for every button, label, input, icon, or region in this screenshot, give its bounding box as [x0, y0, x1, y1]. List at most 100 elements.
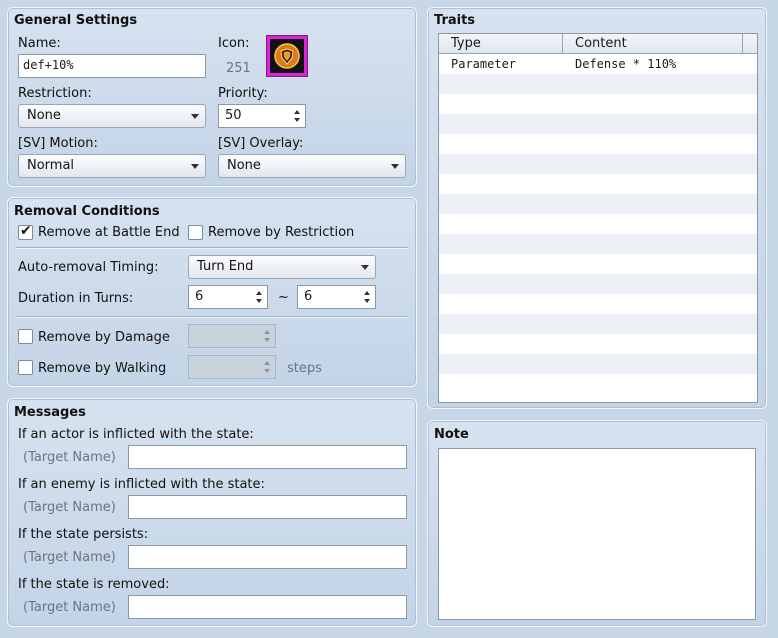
- note-panel: Note: [427, 420, 767, 627]
- stepper-down-icon[interactable]: [364, 299, 370, 303]
- steps-label: steps: [287, 361, 322, 376]
- trait-content: Defense * 110%: [575, 57, 677, 71]
- state-icon-button[interactable]: [266, 35, 308, 77]
- table-row[interactable]: [439, 74, 757, 94]
- timing-select[interactable]: Turn End: [188, 255, 376, 279]
- overlay-select[interactable]: None: [218, 154, 406, 178]
- remove-by-restriction-label[interactable]: Remove by Restriction: [208, 225, 354, 240]
- table-row[interactable]: [439, 214, 757, 234]
- duration-min-stepper[interactable]: 6: [188, 285, 268, 309]
- chevron-down-icon: [361, 265, 369, 270]
- general-settings-title: General Settings: [14, 13, 138, 28]
- priority-stepper[interactable]: 50: [218, 104, 306, 128]
- duration-min-value: 6: [195, 289, 204, 304]
- traits-rows: Parameter Defense * 110%: [439, 54, 757, 402]
- table-row[interactable]: [439, 354, 757, 374]
- stepper-down-icon[interactable]: [256, 299, 262, 303]
- table-row[interactable]: [439, 314, 757, 334]
- chevron-down-icon: [191, 164, 199, 169]
- stepper-up-icon[interactable]: [294, 110, 300, 114]
- remove-by-restriction-checkbox[interactable]: [188, 225, 203, 240]
- restriction-select[interactable]: None: [18, 104, 206, 128]
- restriction-label: Restriction:: [18, 86, 92, 101]
- table-row[interactable]: [439, 274, 757, 294]
- name-input[interactable]: def+10%: [18, 54, 206, 78]
- walking-stepper[interactable]: [188, 355, 276, 379]
- traits-list[interactable]: Type Content Parameter Defense * 110%: [438, 33, 758, 403]
- remove-by-walking-label[interactable]: Remove by Walking: [38, 361, 166, 376]
- motion-value: Normal: [27, 158, 75, 173]
- trait-type: Parameter: [451, 57, 517, 71]
- motion-label: [SV] Motion:: [18, 136, 98, 151]
- priority-label: Priority:: [218, 86, 268, 101]
- table-row[interactable]: [439, 294, 757, 314]
- stepper-up-icon[interactable]: [364, 291, 370, 295]
- table-row[interactable]: [439, 114, 757, 134]
- duration-label: Duration in Turns:: [18, 291, 134, 306]
- stepper-down-icon[interactable]: [294, 118, 300, 122]
- table-row[interactable]: [439, 374, 757, 394]
- messages-title: Messages: [14, 405, 86, 420]
- divider: [16, 316, 408, 318]
- remove-by-damage-label[interactable]: Remove by Damage: [38, 330, 170, 345]
- table-row[interactable]: [439, 334, 757, 354]
- note-textarea[interactable]: [438, 448, 756, 620]
- removed-message-input[interactable]: [128, 595, 407, 619]
- table-row[interactable]: [439, 234, 757, 254]
- timing-value: Turn End: [197, 259, 254, 274]
- table-row[interactable]: [439, 254, 757, 274]
- table-row[interactable]: [439, 154, 757, 174]
- motion-select[interactable]: Normal: [18, 154, 206, 178]
- removed-message-label: If the state is removed:: [18, 577, 170, 592]
- remove-by-walking-checkbox[interactable]: [18, 360, 33, 375]
- overlay-value: None: [227, 158, 261, 173]
- priority-value: 50: [225, 108, 242, 123]
- icon-index: 251: [226, 61, 251, 76]
- table-row[interactable]: Parameter Defense * 110%: [439, 54, 757, 74]
- persists-target-name: (Target Name): [23, 550, 116, 565]
- battle-end-label[interactable]: Remove at Battle End: [38, 225, 180, 240]
- stepper-up-icon[interactable]: [256, 291, 262, 295]
- actor-target-name: (Target Name): [23, 450, 116, 465]
- stepper-up-icon[interactable]: [264, 330, 270, 334]
- traits-panel: Traits Type Content Parameter Defense * …: [427, 7, 767, 409]
- name-label: Name:: [18, 36, 61, 51]
- removal-conditions-panel: Removal Conditions ✔ Remove at Battle En…: [7, 197, 417, 387]
- actor-message-input[interactable]: [128, 445, 407, 469]
- enemy-target-name: (Target Name): [23, 500, 116, 515]
- enemy-message-input[interactable]: [128, 495, 407, 519]
- overlay-label: [SV] Overlay:: [218, 136, 304, 151]
- timing-label: Auto-removal Timing:: [18, 260, 159, 275]
- general-settings-panel: General Settings Name: def+10% Icon: 251…: [7, 7, 417, 187]
- stepper-down-icon[interactable]: [264, 369, 270, 373]
- table-row[interactable]: [439, 94, 757, 114]
- removed-target-name: (Target Name): [23, 600, 116, 615]
- column-header-content[interactable]: Content: [563, 34, 743, 54]
- actor-message-label: If an actor is inflicted with the state:: [18, 427, 254, 442]
- removal-conditions-title: Removal Conditions: [14, 204, 160, 219]
- table-row[interactable]: [439, 134, 757, 154]
- persists-message-input[interactable]: [128, 545, 407, 569]
- column-header-type[interactable]: Type: [439, 34, 563, 54]
- stepper-up-icon[interactable]: [264, 361, 270, 365]
- duration-max-stepper[interactable]: 6: [297, 285, 376, 309]
- chevron-down-icon: [191, 114, 199, 119]
- restriction-value: None: [27, 108, 61, 123]
- table-row[interactable]: [439, 174, 757, 194]
- battle-end-checkbox[interactable]: ✔: [18, 223, 33, 240]
- damage-stepper[interactable]: [188, 324, 276, 348]
- duration-max-value: 6: [304, 289, 313, 304]
- column-header-filler: [743, 34, 757, 54]
- persists-message-label: If the state persists:: [18, 527, 149, 542]
- stepper-down-icon[interactable]: [264, 338, 270, 342]
- table-row[interactable]: [439, 194, 757, 214]
- enemy-message-label: If an enemy is inflicted with the state:: [18, 477, 265, 492]
- note-title: Note: [434, 427, 469, 442]
- divider: [16, 247, 408, 249]
- messages-panel: Messages If an actor is inflicted with t…: [7, 398, 417, 627]
- traits-title: Traits: [434, 13, 476, 28]
- duration-separator: ~: [278, 290, 289, 305]
- remove-by-damage-checkbox[interactable]: [18, 329, 33, 344]
- shield-icon: [270, 39, 304, 73]
- icon-label: Icon:: [218, 36, 250, 51]
